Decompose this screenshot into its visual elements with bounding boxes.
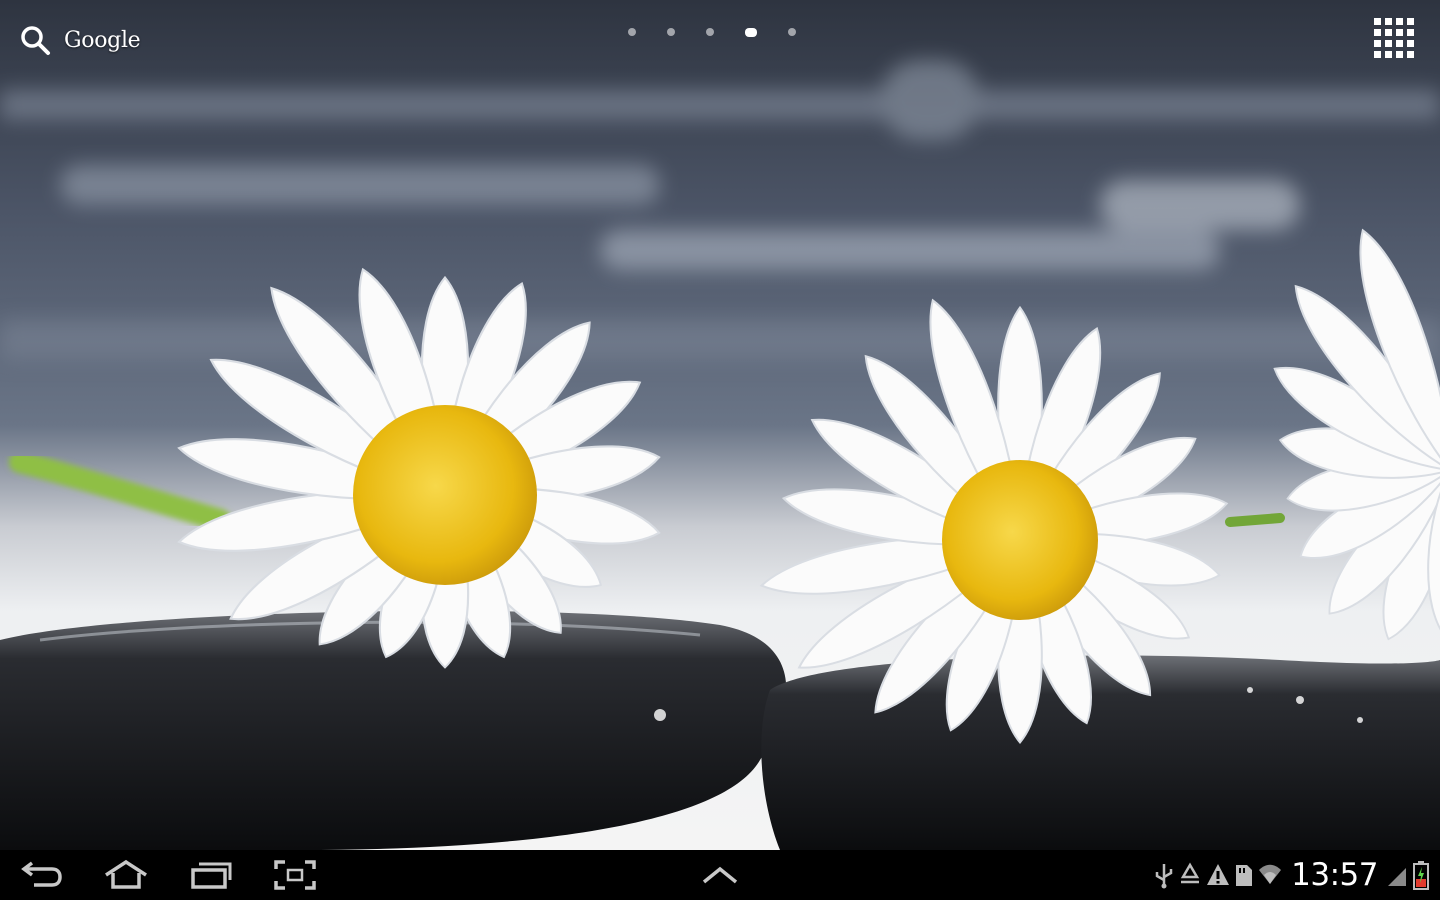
launcher-top-bar: Google bbox=[0, 0, 1440, 80]
google-search-label: Google bbox=[64, 27, 141, 53]
google-search-bar[interactable]: Google bbox=[18, 22, 141, 58]
page-dot-1 bbox=[628, 28, 636, 36]
wifi-icon bbox=[1259, 864, 1282, 884]
wallpaper-image bbox=[0, 0, 1440, 850]
page-dot-5 bbox=[788, 28, 796, 36]
chevron-up-icon bbox=[702, 866, 738, 884]
search-icon bbox=[18, 23, 52, 57]
usb-icon bbox=[1155, 864, 1173, 889]
screenshot-button[interactable] bbox=[267, 856, 323, 894]
clock: 13:57 bbox=[1291, 857, 1378, 893]
page-dot-3 bbox=[706, 28, 714, 36]
recycle-icon bbox=[1180, 862, 1200, 884]
screenshot-icon bbox=[274, 860, 316, 890]
page-dot-4-active bbox=[745, 27, 757, 37]
back-icon bbox=[21, 861, 62, 887]
status-area[interactable]: 13:57 bbox=[1153, 850, 1440, 900]
back-button[interactable] bbox=[14, 856, 70, 894]
warning-icon bbox=[1207, 864, 1230, 885]
quick-panel-button[interactable] bbox=[692, 856, 748, 894]
recent-apps-button[interactable] bbox=[183, 856, 239, 894]
page-dot-2 bbox=[667, 28, 675, 36]
home-button[interactable] bbox=[98, 856, 154, 894]
apps-grid-icon bbox=[1374, 18, 1414, 58]
recent-apps-icon bbox=[191, 862, 232, 889]
sd-card-icon bbox=[1236, 865, 1253, 886]
apps-button[interactable] bbox=[1372, 16, 1418, 62]
page-indicator bbox=[628, 24, 827, 40]
home-icon bbox=[105, 859, 147, 889]
system-navigation-bar: 13:57 bbox=[0, 850, 1440, 900]
battery-icon bbox=[1413, 861, 1429, 890]
signal-icon bbox=[1388, 868, 1406, 886]
